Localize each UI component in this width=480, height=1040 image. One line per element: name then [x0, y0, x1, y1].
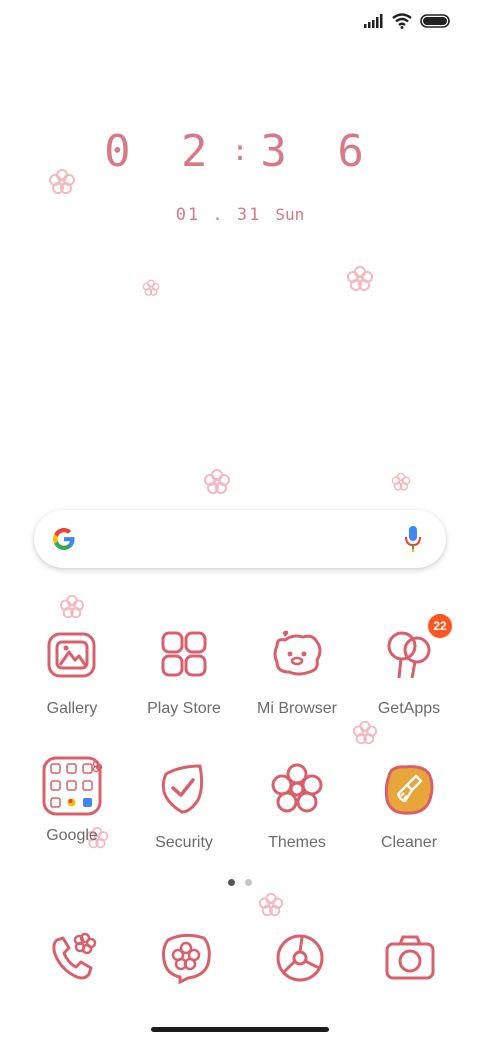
date-text: 01 . 31 [175, 205, 262, 225]
gallery-icon[interactable] [44, 628, 100, 684]
play-store-icon[interactable] [156, 628, 212, 684]
decor-flower-icon [49, 169, 75, 194]
app-getapps[interactable]: 22 GetApps [354, 614, 464, 718]
mi-browser-icon[interactable] [269, 628, 325, 684]
clock-minute: 3 6 [260, 126, 376, 177]
page-dot-active[interactable] [228, 879, 235, 886]
decor-flower-icon [204, 469, 230, 494]
getapps-icon[interactable] [381, 628, 437, 684]
app-label: GetApps [377, 700, 441, 717]
security-icon[interactable] [156, 762, 212, 818]
page-dot[interactable] [245, 879, 252, 886]
app-label: Gallery [46, 700, 98, 717]
app-label: Play Store [147, 700, 221, 717]
app-label: Mi Browser [256, 700, 337, 717]
chrome-icon[interactable] [272, 930, 328, 986]
app-label: Google [46, 827, 98, 844]
signal-icon [364, 14, 383, 28]
app-label: Themes [268, 834, 326, 851]
google-search-bar[interactable] [34, 510, 446, 568]
decor-flower-icon [59, 594, 85, 619]
app-mi-browser[interactable]: Mi Browser [242, 628, 352, 718]
decor-flower-icon [142, 279, 160, 296]
status-bar [364, 10, 452, 32]
app-google-folder[interactable]: Google [17, 755, 127, 845]
clock-hour: 0 2 [104, 126, 220, 177]
decor-flower-icon [391, 472, 411, 491]
google-g-icon[interactable] [50, 525, 78, 553]
home-indicator-bar[interactable] [151, 1027, 329, 1032]
clock-separator: : [231, 134, 249, 167]
notification-badge: 22 [428, 614, 452, 638]
cleaner-icon[interactable] [381, 762, 437, 818]
google-folder-icon[interactable] [41, 755, 103, 817]
decor-flower-icon [258, 892, 284, 917]
battery-icon [420, 14, 450, 28]
mic-icon[interactable] [404, 525, 422, 553]
page-indicator[interactable] [0, 879, 480, 886]
app-label: Cleaner [380, 834, 438, 851]
app-play-store[interactable]: Play Store [129, 628, 239, 718]
app-label: Security [155, 834, 213, 851]
app-security[interactable]: Security [129, 762, 239, 852]
app-cleaner[interactable]: Cleaner [354, 762, 464, 852]
themes-icon[interactable] [269, 762, 325, 818]
weekday-text: Sun [275, 205, 305, 224]
app-themes[interactable]: Themes [242, 762, 352, 852]
messages-icon[interactable] [158, 930, 214, 986]
camera-icon[interactable] [382, 930, 438, 986]
decor-flower-icon [352, 720, 378, 745]
decor-flower-icon [347, 266, 373, 291]
lockscreen-date: 01 . 31 Sun [0, 205, 480, 225]
phone-icon[interactable] [45, 930, 101, 986]
app-gallery[interactable]: Gallery [17, 628, 127, 718]
wifi-icon [392, 13, 412, 29]
